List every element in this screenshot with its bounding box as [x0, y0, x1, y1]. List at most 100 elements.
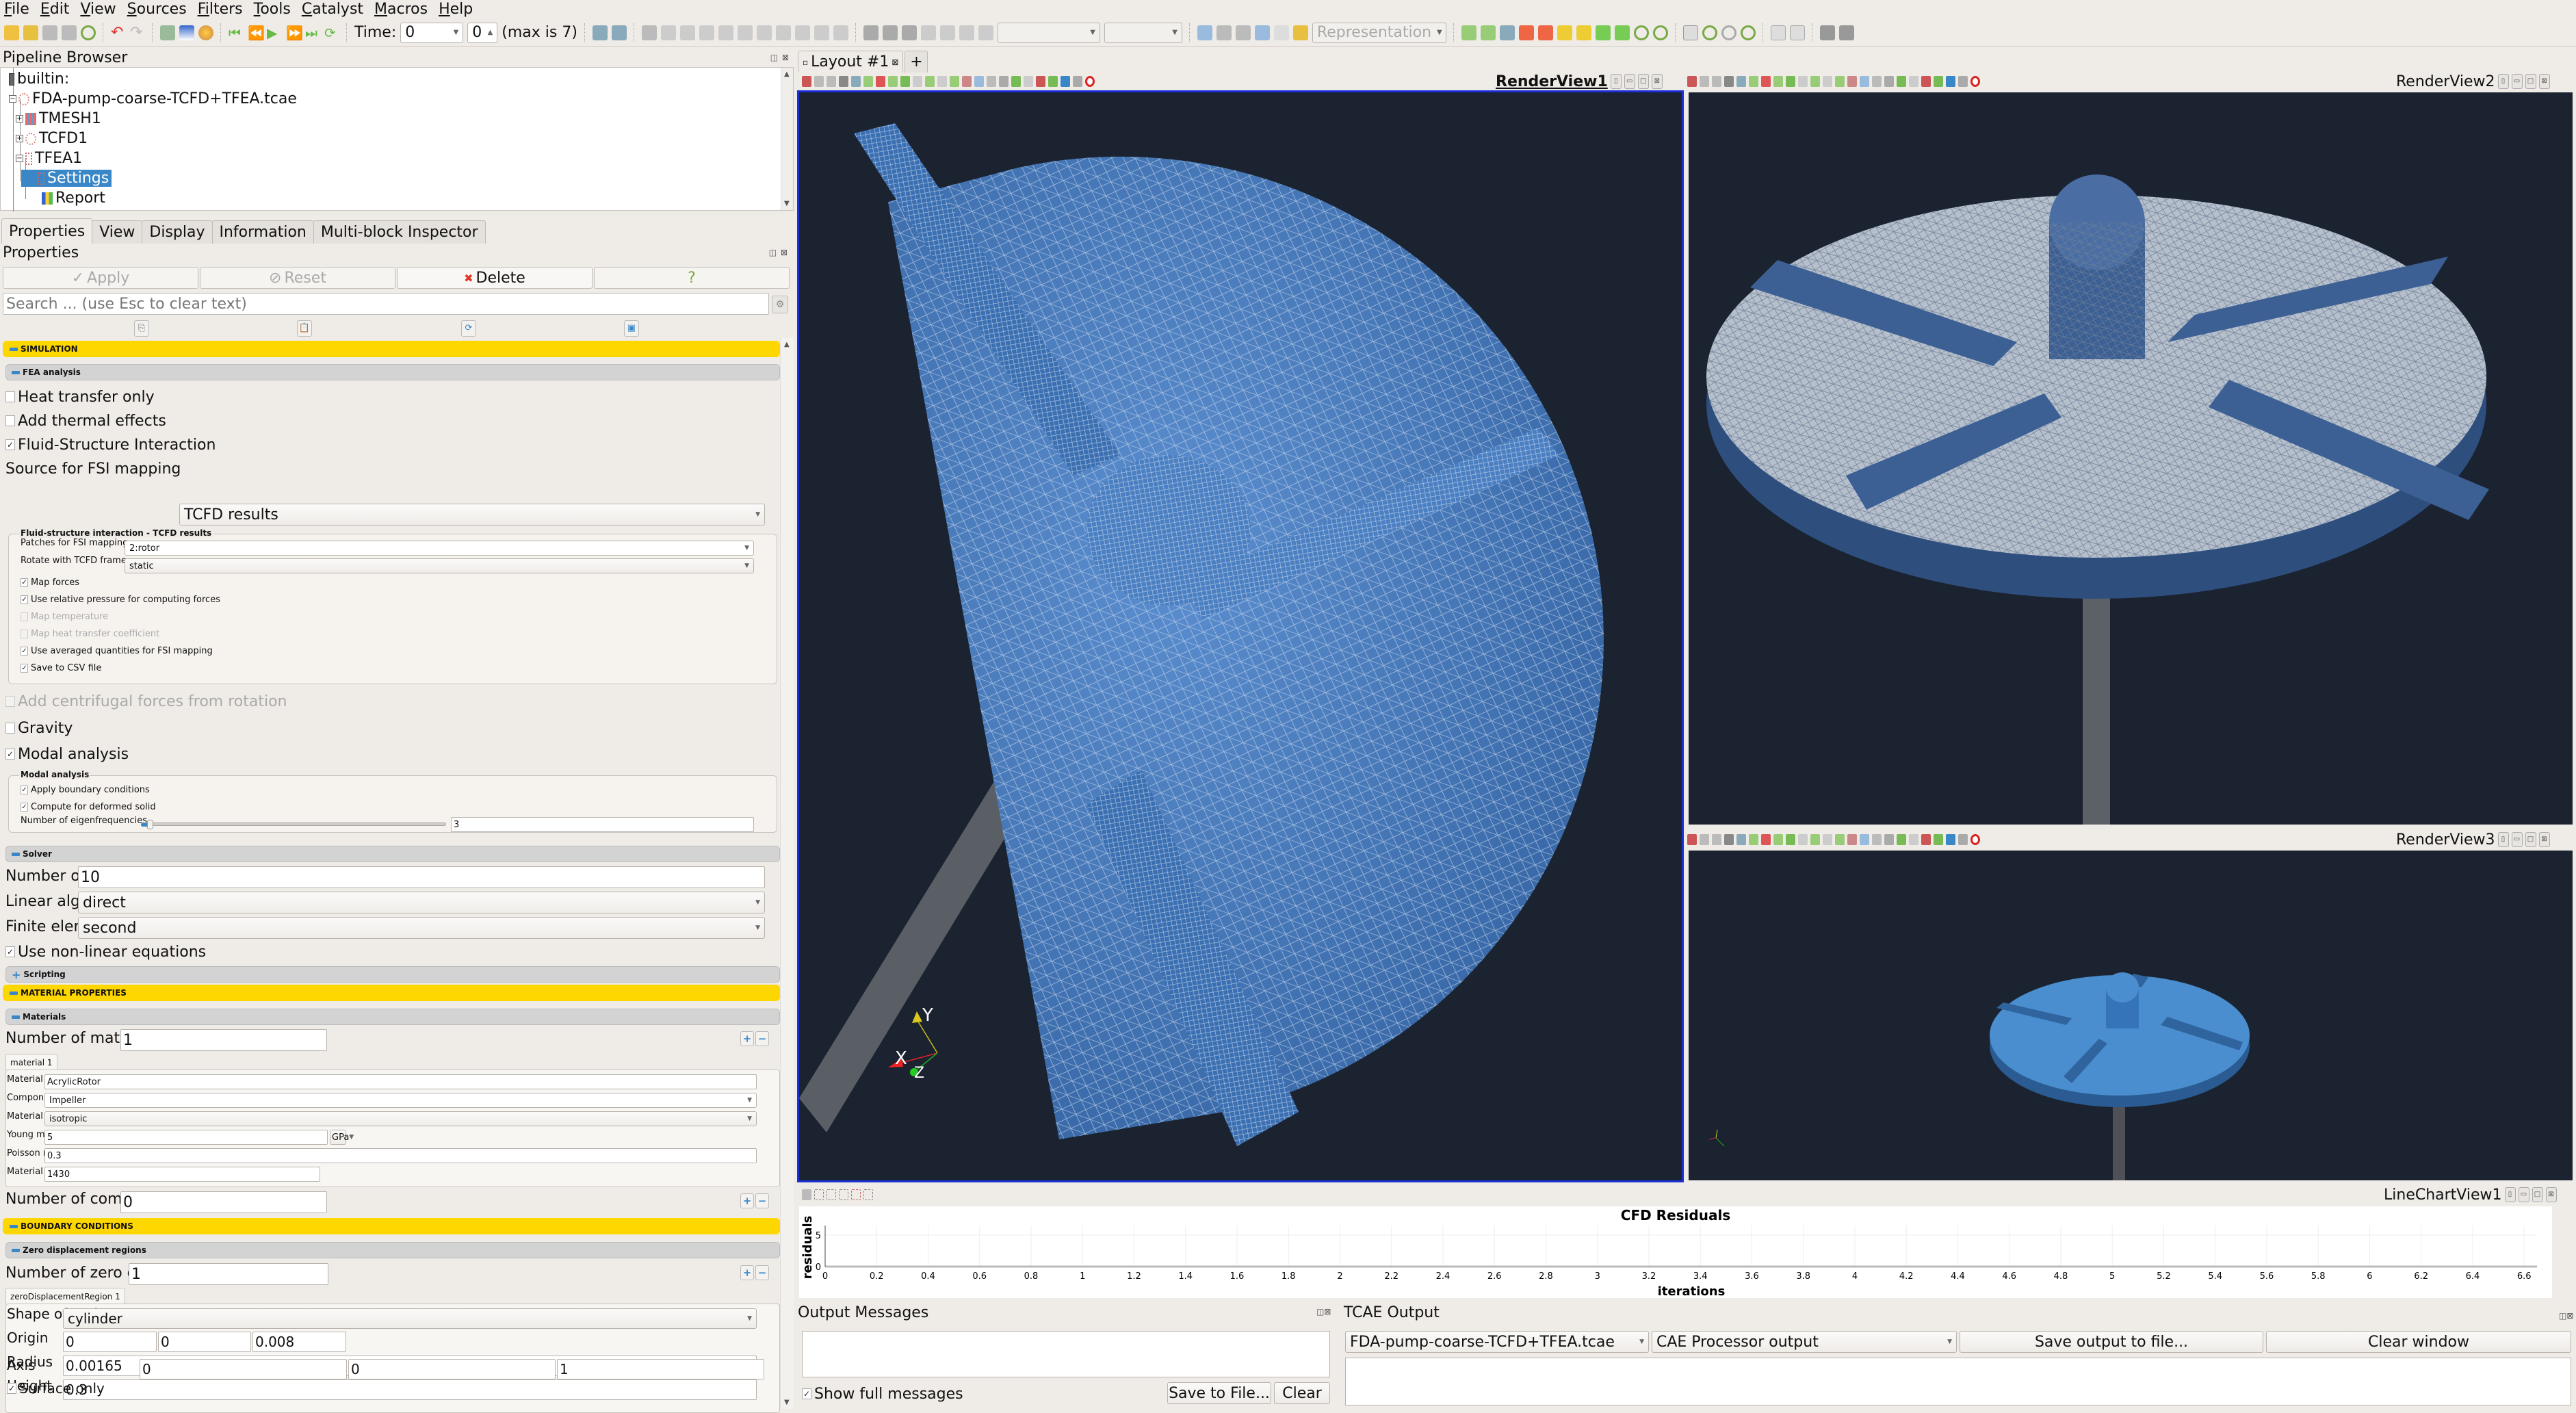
split-horizontal-icon[interactable]: ▯: [1610, 74, 1622, 89]
material-count-input[interactable]: 1: [120, 1029, 327, 1051]
add-thermal-effects-checkbox[interactable]: Add thermal effects: [5, 411, 166, 431]
split-vertical-icon[interactable]: ▭: [1624, 74, 1635, 89]
loop-icon[interactable]: ⟳: [324, 25, 339, 40]
section-solver[interactable]: Solver: [5, 846, 780, 862]
grow-selection-icon[interactable]: [1872, 76, 1882, 87]
select-cells-icon[interactable]: [863, 76, 873, 87]
view-name[interactable]: LineChartView1: [2384, 1187, 2502, 1204]
map-temperature-checkbox[interactable]: Map temperature: [21, 609, 108, 624]
polygon-cells-icon[interactable]: [1810, 834, 1820, 845]
components-select[interactable]: Impeller ▼: [44, 1093, 757, 1108]
frustum-points-icon[interactable]: [1798, 76, 1808, 87]
undo-icon[interactable]: ↶: [111, 25, 126, 40]
query-alt-icon[interactable]: [1048, 76, 1058, 87]
hover-cells-icon[interactable]: [974, 76, 984, 87]
close-view-icon[interactable]: ⊠: [2538, 74, 2550, 89]
connect-icon[interactable]: [42, 25, 57, 40]
query-icon[interactable]: [1921, 834, 1931, 845]
warp-icon[interactable]: [794, 25, 810, 40]
section-zero-displacement[interactable]: Zero displacement regions: [5, 1242, 780, 1258]
axis-y-input[interactable]: 0: [348, 1359, 556, 1379]
section-material-properties[interactable]: MATERIAL PROPERTIES: [3, 985, 780, 1001]
copy-icon[interactable]: ⎘: [134, 320, 149, 337]
clip-icon[interactable]: [679, 25, 695, 40]
split-horizontal-icon[interactable]: ▯: [2497, 74, 2509, 89]
show-cell-labels-icon[interactable]: [1024, 76, 1033, 87]
menu-macros[interactable]: Macros: [374, 1, 428, 18]
capture-icon[interactable]: [1712, 76, 1721, 87]
tab-view[interactable]: View: [92, 220, 143, 244]
reset-camera-icon[interactable]: [1687, 76, 1697, 87]
stream-tracer-icon[interactable]: [775, 25, 791, 40]
polygon-points-icon[interactable]: [1823, 834, 1832, 845]
origin-y-input[interactable]: 0: [158, 1332, 251, 1352]
glyph-icon[interactable]: [756, 25, 772, 40]
variable-combo[interactable]: ▼: [997, 22, 1100, 43]
save-to-file-button[interactable]: Save to File...: [1167, 1382, 1271, 1404]
split-vertical-icon[interactable]: ▭: [2511, 832, 2523, 847]
menu-edit[interactable]: Edit: [40, 1, 70, 18]
reset-camera-icon[interactable]: [1687, 834, 1697, 845]
view-plus-x-icon[interactable]: [1518, 25, 1534, 40]
show-labels-icon[interactable]: [1897, 76, 1906, 87]
tcae-icon-3[interactable]: [901, 25, 917, 40]
contour-icon[interactable]: [660, 25, 676, 40]
close-selection-icon[interactable]: [1085, 76, 1095, 87]
collapse-icon[interactable]: −: [16, 155, 23, 162]
query-alt-icon[interactable]: [1934, 76, 1943, 87]
tcae-icon-6[interactable]: [959, 25, 974, 40]
calculator-icon[interactable]: [641, 25, 657, 40]
relative-pressure-checkbox[interactable]: ✓ Use relative pressure for computing for…: [21, 592, 220, 607]
maximize-icon[interactable]: □: [2532, 1187, 2543, 1202]
reset-button[interactable]: ⊘ Reset: [200, 267, 395, 289]
frustum-points-icon[interactable]: [913, 76, 922, 87]
dock-float-close-icons[interactable]: ◫⊠: [2559, 1311, 2573, 1321]
group-datasets-icon[interactable]: [814, 25, 829, 40]
slider-handle[interactable]: [147, 820, 154, 829]
hover-points-icon[interactable]: [1847, 76, 1857, 87]
palette-icon[interactable]: [198, 25, 213, 40]
minus-icon[interactable]: [1958, 76, 1968, 87]
view-name[interactable]: RenderView2: [2396, 73, 2495, 90]
split-horizontal-icon[interactable]: ▯: [2504, 1187, 2516, 1202]
surface-only-checkbox[interactable]: ✓ Surface only: [7, 1378, 105, 1399]
tcae-file-select[interactable]: FDA-pump-coarse-TCFD+TFEA.tcae ▼: [1345, 1331, 1649, 1353]
scroll-down-icon[interactable]: ▼: [784, 1399, 790, 1406]
tree-item-builtin[interactable]: builtin:: [9, 69, 69, 89]
view-minus-z-icon[interactable]: [1614, 25, 1630, 40]
clear-button[interactable]: Clear: [1274, 1382, 1330, 1404]
menu-help[interactable]: Help: [439, 1, 473, 18]
query-icon[interactable]: [1921, 76, 1931, 87]
density-input[interactable]: 1430: [44, 1167, 320, 1182]
tree-item-tcfd1[interactable]: + TCFD1: [16, 129, 88, 148]
dock-float-close-icons[interactable]: ◫ ⊠: [769, 248, 788, 257]
rotate-cw-icon[interactable]: [1652, 25, 1668, 40]
renderview3-canvas[interactable]: [1689, 851, 2573, 1180]
centrifugal-checkbox[interactable]: Add centrifugal forces from rotation: [5, 691, 287, 712]
tree-item-settings[interactable]: Settings: [21, 168, 112, 188]
zoom-closest-icon[interactable]: [1700, 76, 1709, 87]
polygon-points-icon[interactable]: [1823, 76, 1832, 87]
interactive-select-icon[interactable]: [1835, 834, 1845, 845]
select-points-icon[interactable]: [851, 1189, 861, 1200]
section-materials[interactable]: Materials: [5, 1009, 780, 1025]
view-plus-z-icon[interactable]: [1595, 25, 1611, 40]
menu-filters[interactable]: Filters: [198, 1, 243, 18]
polygon-points-icon[interactable]: [937, 76, 947, 87]
reset-center-icon[interactable]: [1702, 25, 1717, 40]
select-block-icon[interactable]: [1773, 834, 1783, 845]
rescale-temporal-icon[interactable]: [1273, 25, 1289, 40]
maximize-icon[interactable]: □: [2525, 832, 2536, 847]
pipeline-browser[interactable]: builtin: − FDA-pump-coarse-TCFD+TFEA.tca…: [0, 67, 794, 211]
scroll-down-icon[interactable]: ▼: [784, 200, 790, 207]
modal-analysis-checkbox[interactable]: ✓ Modal analysis: [5, 744, 129, 764]
tab-layout-1[interactable]: ▫ Layout #1 ⊠: [798, 51, 904, 73]
ruler-icon[interactable]: [1292, 25, 1308, 40]
color-map-editor-icon[interactable]: [179, 25, 194, 40]
slice-icon[interactable]: [699, 25, 714, 40]
frustum-cells-icon[interactable]: [1786, 76, 1795, 87]
maximize-icon[interactable]: □: [1637, 74, 1649, 89]
select-block-icon[interactable]: [888, 76, 898, 87]
grow-selection-icon[interactable]: [987, 76, 996, 87]
zoom-box-icon[interactable]: [851, 76, 861, 87]
